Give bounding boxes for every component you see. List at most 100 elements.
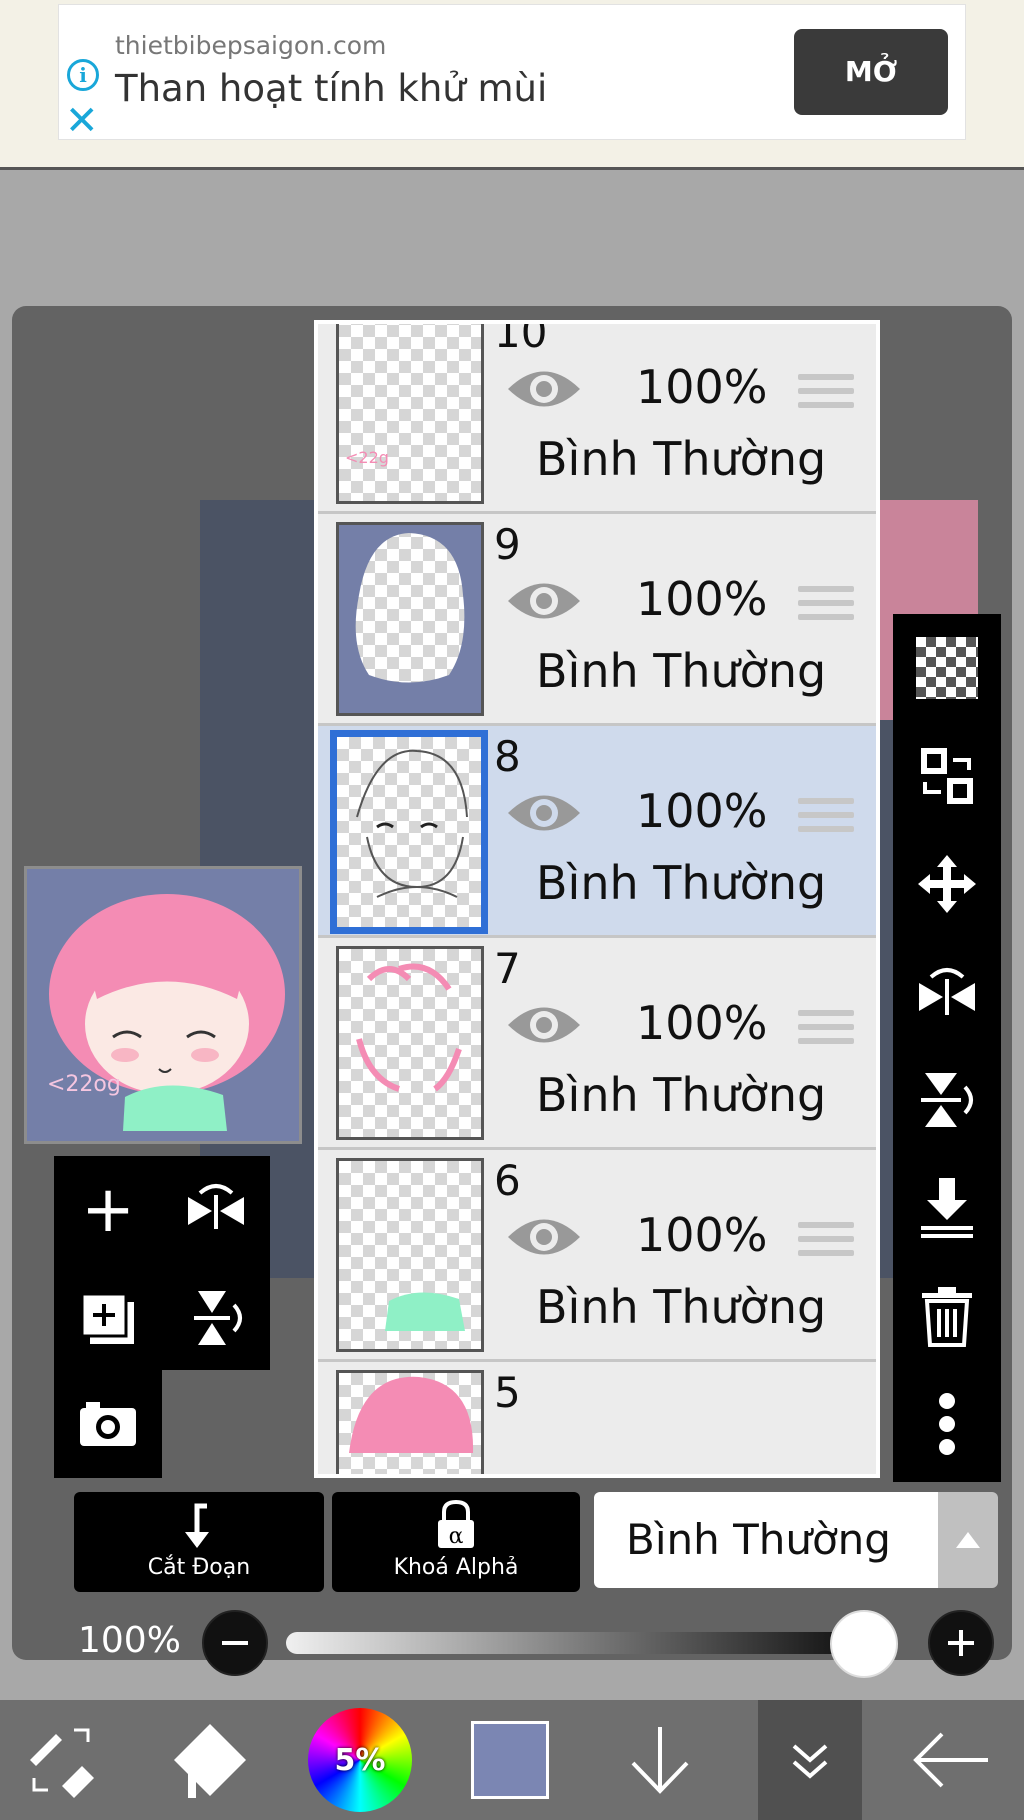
layer-thumbnail[interactable] — [336, 1370, 484, 1474]
layer-tools-right — [893, 614, 1001, 1482]
svg-text:<22og: <22og — [47, 1072, 121, 1097]
opacity-slider[interactable] — [286, 1632, 898, 1654]
layer-thumbnail[interactable] — [330, 730, 488, 934]
layer-thumbnail[interactable] — [336, 1158, 484, 1352]
blend-mode-dropdown-button[interactable] — [938, 1492, 998, 1588]
opacity-increase-button[interactable] — [928, 1610, 994, 1676]
layer-thumbnail[interactable] — [336, 522, 484, 716]
layer-thumbnail[interactable] — [336, 946, 484, 1140]
add-layer-button[interactable]: + — [54, 1156, 162, 1264]
drag-handle-icon[interactable] — [798, 1222, 854, 1264]
back-button[interactable] — [880, 1700, 1024, 1820]
opacity-decrease-button[interactable] — [202, 1610, 268, 1676]
canvas-preview[interactable]: <22og — [24, 866, 302, 1144]
layer-row-5[interactable]: 5 — [318, 1362, 876, 1474]
merge-down-button[interactable] — [893, 1154, 1001, 1262]
arrow-down-icon — [631, 1727, 689, 1794]
chevron-double-down-icon — [792, 1744, 828, 1779]
blend-mode-select[interactable]: Bình Thường — [594, 1492, 938, 1588]
clipping-label: Cắt Đoạn — [147, 1555, 251, 1580]
camera-icon — [80, 1402, 136, 1446]
layer-opacity: 100% — [636, 360, 768, 414]
layer-thumbnail[interactable]: <22g — [336, 324, 484, 504]
move-down-button[interactable] — [590, 1700, 730, 1820]
swap-icon — [921, 748, 973, 804]
clip-arrow-icon — [185, 1503, 209, 1548]
current-color-swatch — [471, 1721, 549, 1799]
layer-number: 7 — [494, 944, 521, 993]
arrow-left-icon — [913, 1732, 988, 1788]
info-icon[interactable]: i — [67, 59, 99, 91]
ad-domain: thietbibepsaigon.com — [115, 31, 387, 60]
layer-row-7[interactable]: 7 100% Bình Thường — [318, 938, 876, 1150]
brush-eraser-toggle-button[interactable] — [0, 1700, 124, 1820]
ad-banner-area: i ✕ thietbibepsaigon.com Than hoạt tính … — [0, 0, 1024, 170]
plus-icon — [948, 1630, 974, 1656]
color-wheel-button[interactable]: 5% — [290, 1700, 430, 1820]
layer-opacity: 100% — [636, 996, 768, 1050]
eye-icon[interactable] — [506, 1000, 582, 1054]
lock-alpha-icon: α — [438, 1499, 474, 1549]
close-icon[interactable]: ✕ — [65, 97, 99, 145]
drag-handle-icon[interactable] — [798, 1010, 854, 1052]
layer-list[interactable]: <22g 10 100% Bình Thường 9 100% Bình Thư… — [314, 320, 880, 1478]
move-icon — [918, 855, 976, 913]
drag-handle-icon[interactable] — [798, 374, 854, 416]
camera-area — [54, 1370, 162, 1478]
clipping-button[interactable]: Cắt Đoạn — [74, 1492, 324, 1592]
flip-vertical-button[interactable] — [162, 1264, 270, 1372]
ad-open-button[interactable]: MỞ — [794, 29, 948, 115]
brush-size-percent: 5% — [334, 1742, 386, 1778]
flip-vertical-icon — [194, 1291, 242, 1345]
layer-opacity: 100% — [636, 572, 768, 626]
layer-row-8[interactable]: 8 100% Bình Thường — [318, 726, 876, 938]
layer-blend-mode: Bình Thường — [536, 644, 827, 698]
checkerboard-icon — [916, 637, 978, 699]
move-button[interactable] — [893, 830, 1001, 938]
more-vertical-icon — [939, 1393, 955, 1455]
layer-panel-toggle-button[interactable] — [758, 1700, 862, 1820]
flip-vertical-right-button[interactable] — [893, 1046, 1001, 1154]
flip-horizontal-right-button[interactable] — [893, 938, 1001, 1046]
flip-horizontal-button[interactable] — [162, 1156, 270, 1264]
layer-tools-left: + — [54, 1156, 270, 1478]
merge-down-icon — [921, 1178, 973, 1238]
swap-layer-button[interactable] — [893, 722, 1001, 830]
ad-banner[interactable]: i ✕ thietbibepsaigon.com Than hoạt tính … — [58, 4, 966, 144]
transparency-button[interactable] — [893, 614, 1001, 722]
eye-icon[interactable] — [506, 576, 582, 630]
more-options-button[interactable] — [893, 1370, 1001, 1478]
duplicate-layer-button[interactable] — [54, 1264, 162, 1372]
opacity-slider-handle[interactable] — [830, 1610, 898, 1678]
eye-icon[interactable] — [506, 1212, 582, 1266]
current-color-button[interactable] — [440, 1700, 580, 1820]
layer-row-10[interactable]: <22g 10 100% Bình Thường — [318, 324, 876, 514]
layer-number: 8 — [494, 732, 521, 781]
diamond-icon — [174, 1724, 246, 1798]
ad-headline[interactable]: Than hoạt tính khử mùi — [115, 67, 547, 110]
minus-icon — [222, 1641, 248, 1645]
camera-button[interactable] — [54, 1370, 162, 1478]
fill-shape-tool-button[interactable] — [140, 1700, 280, 1820]
layer-blend-mode: Bình Thường — [536, 1280, 827, 1334]
flip-horizontal-icon — [188, 1184, 244, 1229]
svg-text:α: α — [449, 1524, 464, 1549]
layer-blend-mode: Bình Thường — [536, 856, 827, 910]
color-wheel-icon: 5% — [308, 1708, 412, 1812]
eye-icon[interactable] — [506, 364, 582, 418]
delete-layer-button[interactable] — [893, 1262, 1001, 1370]
alpha-lock-label: Khoá Alphả — [393, 1555, 519, 1580]
eye-icon[interactable] — [506, 788, 582, 842]
layer-number: 5 — [494, 1368, 521, 1417]
layer-row-9[interactable]: 9 100% Bình Thường — [318, 514, 876, 726]
trash-icon — [922, 1287, 972, 1347]
drag-handle-icon[interactable] — [798, 586, 854, 628]
bottom-toolbar: 5% — [0, 1700, 1024, 1820]
layer-blend-mode: Bình Thường — [536, 1068, 827, 1122]
drag-handle-icon[interactable] — [798, 798, 854, 840]
alpha-lock-button[interactable]: α Khoá Alphả — [332, 1492, 580, 1592]
layer-row-6[interactable]: 6 100% Bình Thường — [318, 1150, 876, 1362]
layer-blend-mode: Bình Thường — [536, 432, 827, 486]
plus-icon: + — [81, 1173, 135, 1247]
opacity-label: 100% — [78, 1620, 181, 1661]
